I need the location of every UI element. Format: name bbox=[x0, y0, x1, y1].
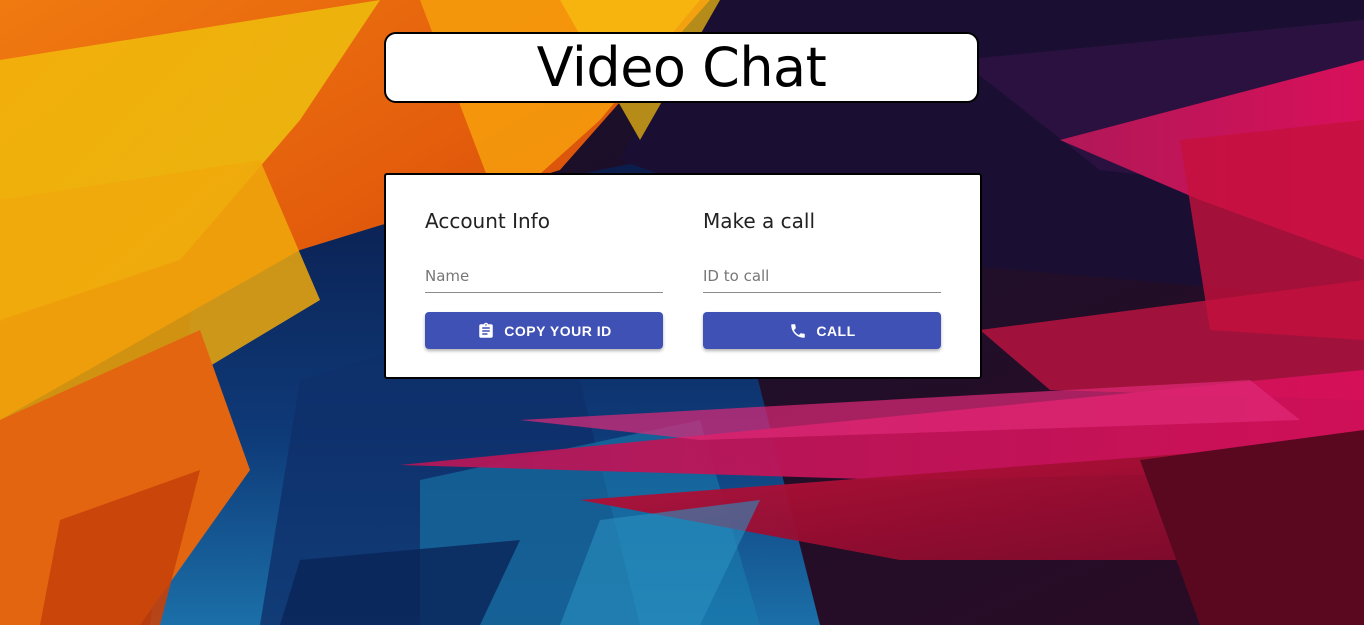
id-to-call-input[interactable] bbox=[703, 259, 941, 292]
clipboard-icon bbox=[476, 321, 496, 341]
id-to-call-field[interactable] bbox=[703, 259, 941, 293]
name-input[interactable] bbox=[425, 259, 663, 292]
make-call-heading: Make a call bbox=[703, 209, 816, 233]
page-title: Video Chat bbox=[536, 35, 827, 99]
name-field[interactable] bbox=[425, 259, 663, 293]
copy-id-button[interactable]: COPY YOUR ID bbox=[425, 312, 663, 349]
main-card: Account Info COPY YOUR ID Make a call CA… bbox=[384, 173, 982, 379]
phone-icon bbox=[788, 321, 808, 341]
copy-id-label: COPY YOUR ID bbox=[504, 322, 612, 339]
call-button[interactable]: CALL bbox=[703, 312, 941, 349]
account-info-heading: Account Info bbox=[425, 209, 550, 233]
title-banner: Video Chat bbox=[384, 32, 979, 103]
call-label: CALL bbox=[816, 322, 856, 339]
